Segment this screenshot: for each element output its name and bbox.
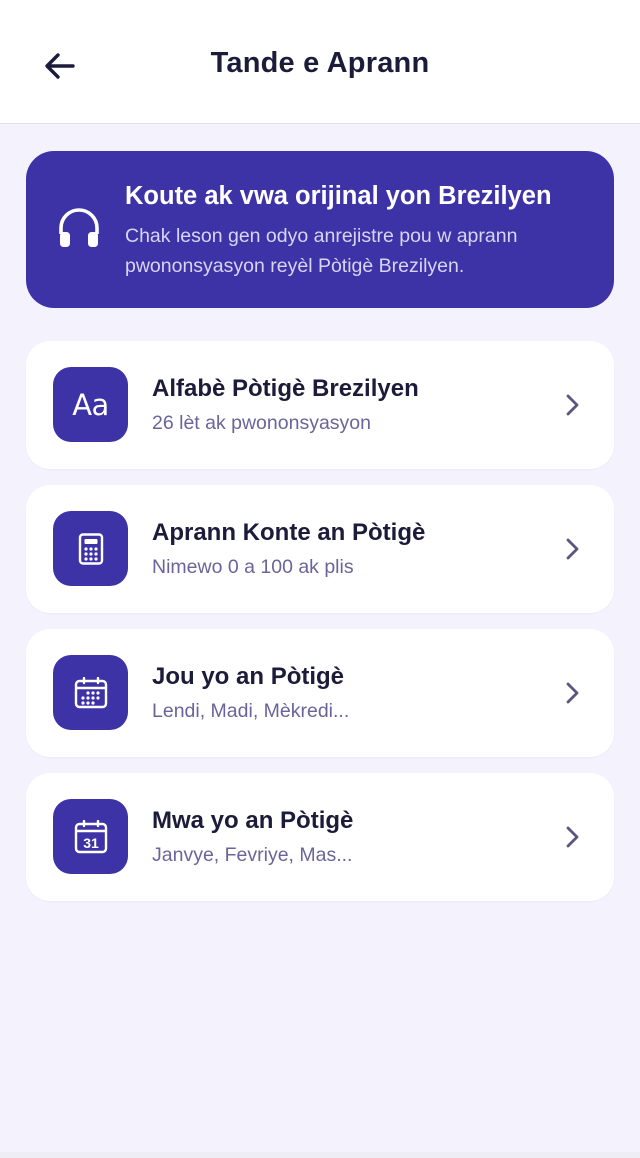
headphones-icon: [59, 208, 99, 247]
lesson-title: Jou yo an Pòtigè: [152, 663, 345, 690]
svg-text:31: 31: [83, 835, 99, 851]
chevron-right-icon: [566, 682, 579, 704]
banner-subtitle: Chak leson gen odyo anrejistre pou w apr…: [125, 225, 518, 277]
banner-title: Koute ak vwa orijinal yon Brezilyen: [125, 182, 552, 210]
lesson-card-months[interactable]: 31 Mwa yo an Pòtigè Janvye, Fevriye, Mas…: [26, 773, 614, 901]
alphabet-icon: Aa: [53, 367, 128, 442]
audio-info-banner: Koute ak vwa orijinal yon Brezilyen Chak…: [26, 151, 614, 308]
lesson-title: Aprann Konte an Pòtigè: [152, 519, 426, 546]
chevron-right-icon: [566, 394, 579, 416]
top-bar: Tande e Aprann: [0, 0, 640, 124]
lesson-title: Alfabè Pòtigè Brezilyen: [152, 375, 419, 402]
bottom-edge: [0, 1152, 640, 1158]
lesson-subtitle: Janvye, Fevriye, Mas...: [152, 844, 353, 866]
page-title: Tande e Aprann: [210, 47, 430, 79]
lesson-card-alphabet[interactable]: Aa Alfabè Pòtigè Brezilyen 26 lèt ak pwo…: [26, 341, 614, 469]
chevron-right-icon: [566, 538, 579, 560]
calendar-icon: [53, 655, 128, 730]
lesson-card-counting[interactable]: Aprann Konte an Pòtigè Nimewo 0 a 100 ak…: [26, 485, 614, 613]
lesson-title: Mwa yo an Pòtigè: [152, 807, 354, 834]
lesson-subtitle: Nimewo 0 a 100 ak plis: [152, 556, 354, 578]
lesson-subtitle: 26 lèt ak pwononsyasyon: [152, 412, 371, 434]
calculator-icon: [53, 511, 128, 586]
lesson-card-days[interactable]: Jou yo an Pòtigè Lendi, Madi, Mèkredi...: [26, 629, 614, 757]
lesson-subtitle: Lendi, Madi, Mèkredi...: [152, 700, 350, 722]
chevron-right-icon: [566, 826, 579, 848]
calendar-31-icon: 31: [53, 799, 128, 874]
